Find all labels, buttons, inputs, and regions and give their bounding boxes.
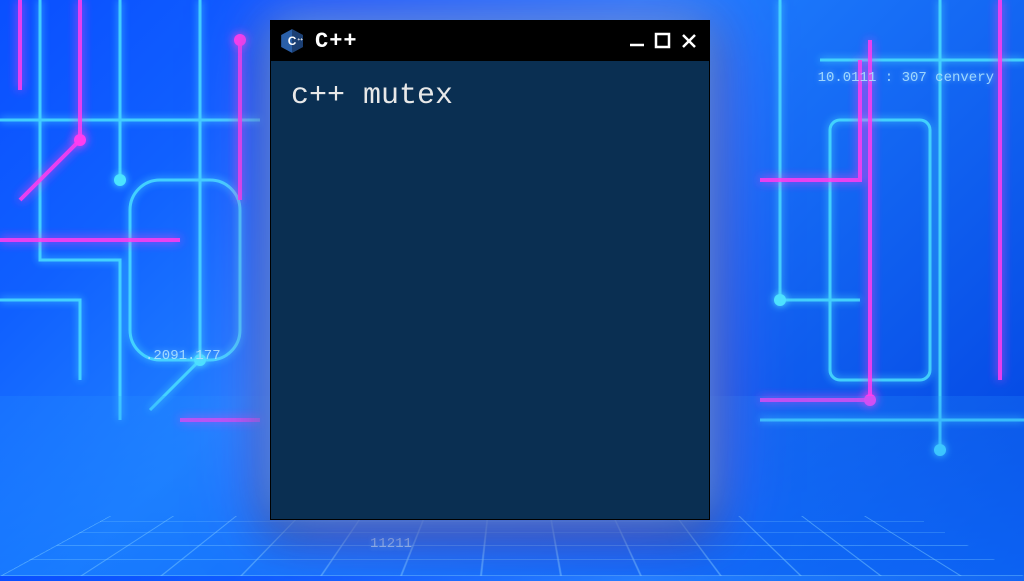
cpp-logo-icon: C ++ — [279, 28, 305, 54]
window-controls — [625, 29, 701, 53]
deco-text-top-right: 10.0111 : 307 cenvery — [818, 70, 994, 86]
titlebar[interactable]: C ++ C++ — [271, 21, 709, 61]
maximize-icon — [654, 32, 672, 50]
maximize-button[interactable] — [651, 29, 675, 53]
terminal-window: C ++ C++ c++ mutex — [270, 20, 710, 520]
minimize-icon — [628, 32, 646, 50]
close-button[interactable] — [677, 29, 701, 53]
window-title: C++ — [315, 29, 615, 54]
minimize-button[interactable] — [625, 29, 649, 53]
svg-text:++: ++ — [297, 38, 303, 43]
svg-text:C: C — [288, 34, 297, 48]
deco-text-bottom: 11211 — [370, 536, 412, 552]
terminal-body[interactable]: c++ mutex — [271, 61, 709, 519]
close-icon — [680, 32, 698, 50]
terminal-text: c++ mutex — [291, 79, 453, 113]
deco-text-mid-left: .2091.177 — [145, 348, 221, 364]
